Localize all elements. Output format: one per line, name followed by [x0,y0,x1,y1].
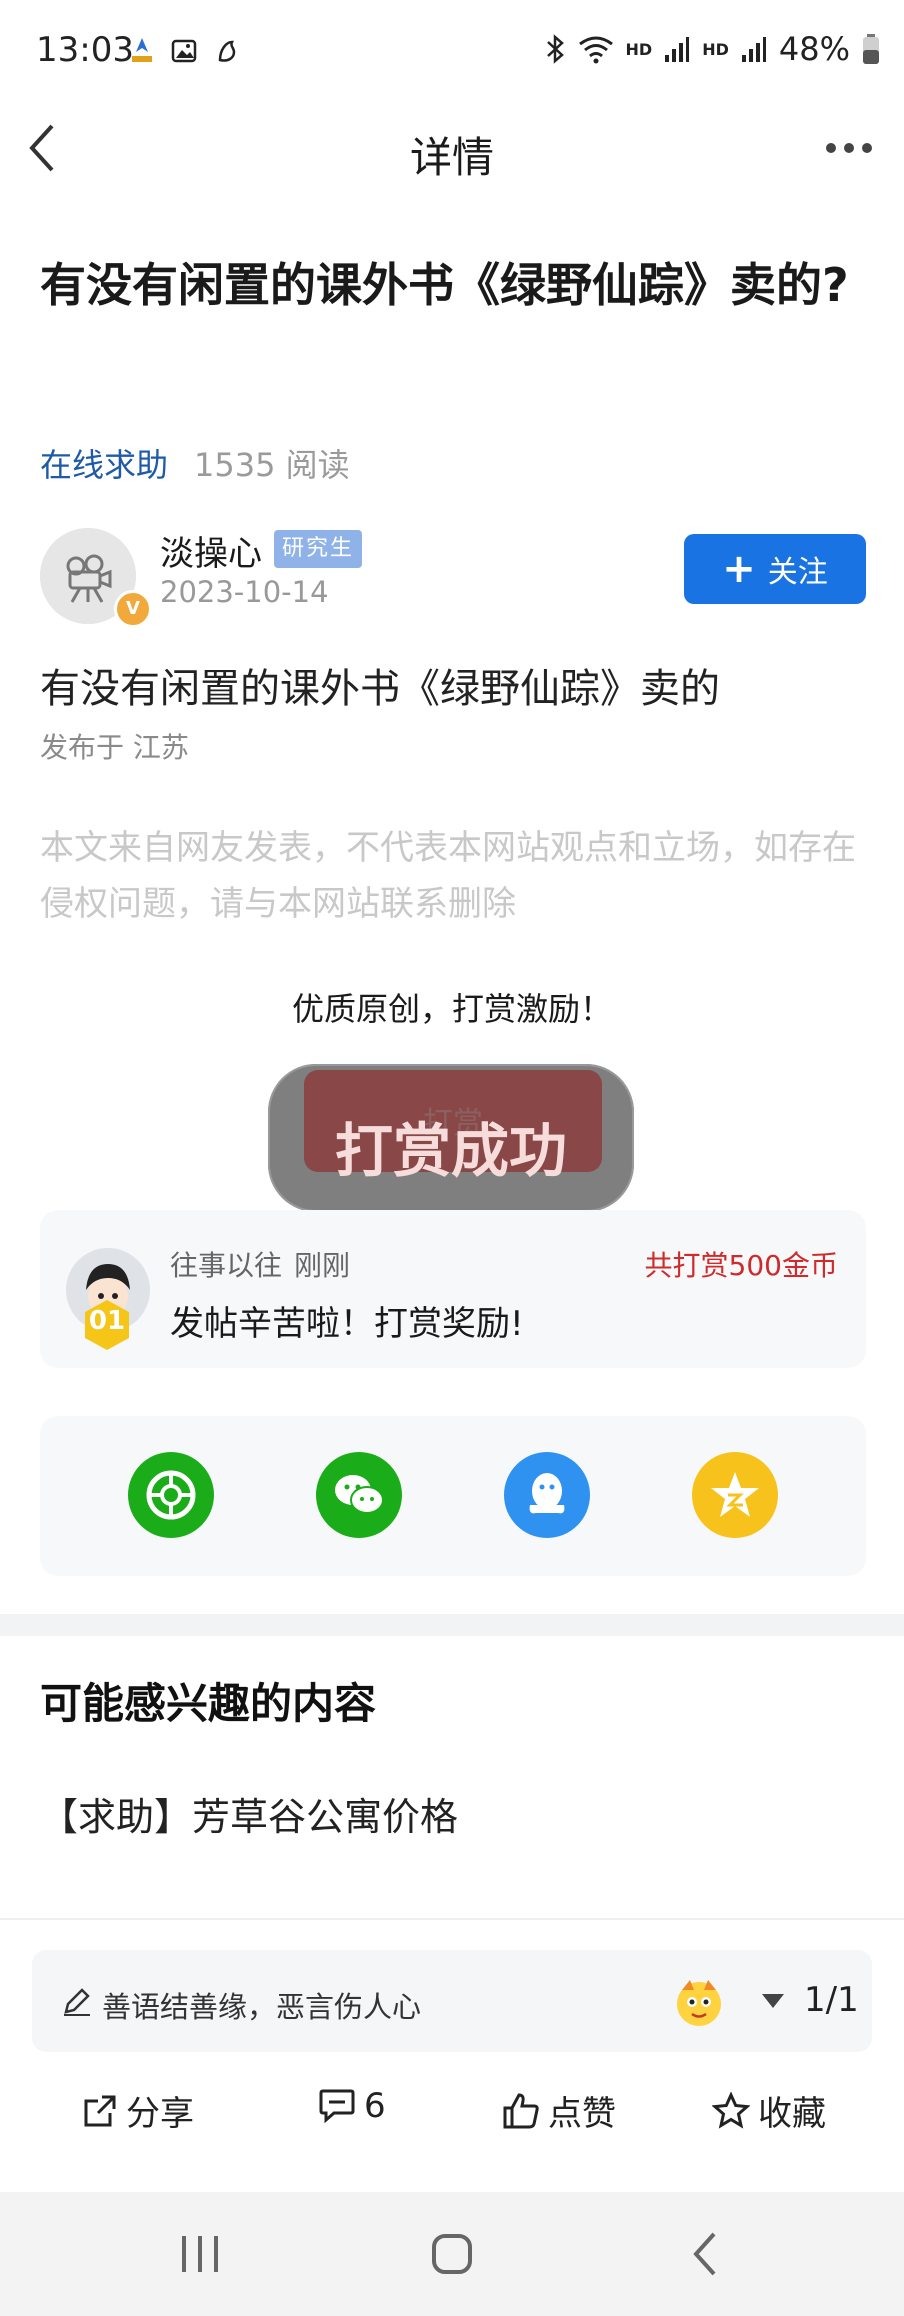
star-icon [712,2091,750,2129]
pencil-icon [64,1988,90,2016]
bottom-divider [0,1918,904,1920]
qzone-icon [711,1472,759,1517]
post-location: 发布于 江苏 [40,731,189,764]
comment-action[interactable]: 6 [318,2086,386,2126]
author-name[interactable]: 淡操心 [160,526,262,575]
qq-icon [529,1473,565,1514]
rank-number: 01 [88,1306,126,1336]
wifi-icon [578,36,613,64]
share-wechat-button[interactable] [316,1452,402,1538]
post-body: 有没有闲置的课外书《绿野仙踪》卖的 [40,666,720,712]
signal-icon [665,37,690,62]
share-moments-button[interactable] [128,1452,214,1538]
verified-badge: V [114,590,152,628]
like-label: 点赞 [548,2094,616,2134]
system-back-icon[interactable] [676,2224,736,2284]
category-link[interactable]: 在线求助 [40,446,168,484]
section-divider [0,1614,904,1636]
follow-label: 关注 [767,555,828,590]
share-label: 分享 [126,2094,194,2134]
app-bird-icon [212,36,240,66]
signal-icon-2 [741,37,766,62]
bluetooth-icon [546,34,564,64]
battery-percent: 48% [778,30,850,68]
page-title: 详情 [409,133,494,182]
author-level-badge: 研究生 [274,530,363,568]
app-notification-icon [128,36,156,66]
emoji-icon[interactable] [672,1974,726,2028]
disclaimer: 本文来自网友发表，不代表本网站观点和立场，如存在侵权问题，请与本网站联系删除 [40,828,856,924]
rewarder-name: 往事以往 [170,1249,283,1282]
page-indicator: 1/1 [804,1980,859,2020]
wechat-icon [335,1475,384,1514]
plus-icon: + [722,546,756,592]
share-action[interactable]: 分享 [82,2086,194,2135]
comment-placeholder: 善语结善缘，恶言伤人心 [102,1990,422,2024]
hd-label-2: HD [702,39,729,59]
hd-label: HD [625,39,653,59]
reward-time: 刚刚 [294,1249,351,1282]
read-count: 1535 阅读 [194,446,350,484]
gallery-icon [170,36,198,66]
reward-message: 发帖辛苦啦！打赏奖励! [170,1304,524,1344]
follow-button[interactable]: + 关注 [684,534,866,604]
dropdown-arrow-icon[interactable] [760,1992,786,2010]
reward-prompt: 优质原创，打赏激励！ [291,990,612,1028]
home-icon[interactable] [422,2224,482,2284]
battery-icon [863,34,879,64]
moments-icon [146,1470,196,1520]
favorite-label: 收藏 [758,2094,826,2134]
rewarder-info: 往事以往 刚刚 [170,1244,350,1284]
status-time: 13:03 [36,30,134,70]
like-action[interactable]: 点赞 [502,2086,616,2135]
recent-apps-icon[interactable] [170,2224,230,2284]
favorite-action[interactable]: 收藏 [712,2086,826,2135]
share-qq-button[interactable] [504,1452,590,1538]
more-button[interactable] [824,140,874,154]
status-right: HD HD 48% [544,30,880,68]
thumbs-up-icon [503,2092,539,2128]
related-item[interactable]: 【求助】芳草谷公寓价格 [40,1786,458,1841]
reward-total: 共打赏500金币 [644,1249,838,1282]
post-meta: 在线求助 1535 阅读 [40,440,350,486]
more-dots-icon [826,143,872,153]
reward-success-toast: 打赏成功 [334,1117,567,1185]
post-title: 有没有闲置的课外书《绿野仙踪》卖的? [40,258,849,312]
related-heading: 可能感兴趣的内容 [40,1679,377,1728]
comment-count: 6 [364,2086,386,2126]
comment-icon [319,2089,355,2124]
notification-icons [128,36,240,66]
share-qzone-button[interactable] [692,1452,778,1538]
post-date: 2023-10-14 [160,575,329,609]
share-icon [84,2095,116,2126]
